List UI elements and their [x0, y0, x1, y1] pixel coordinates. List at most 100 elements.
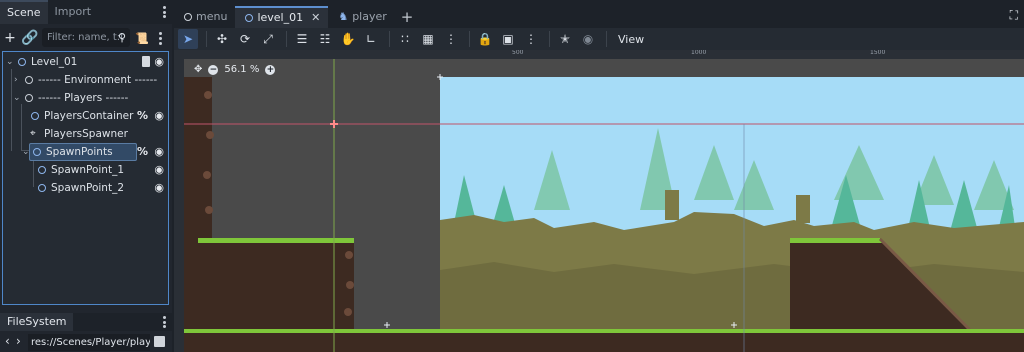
filesystem-menu-icon[interactable]	[162, 316, 166, 328]
dock-tabs: Scene Import	[0, 0, 172, 24]
scene-tree-menu-icon[interactable]	[150, 28, 170, 48]
tree-node-players[interactable]: ⌄ ------ Players ------	[3, 89, 168, 107]
canvas-viewport[interactable]: 500 1000 1500 ✥ − 56.1 % +	[174, 50, 1024, 352]
scale-tool-icon[interactable]: ⤢	[258, 29, 278, 49]
filesystem-path-input[interactable]: res://Scenes/Player/player.t	[28, 334, 150, 351]
unique-name-icon[interactable]: %	[137, 143, 148, 161]
tree-node-spawnpoint-1[interactable]: SpawnPoint_1 ◉	[3, 161, 168, 179]
collapse-arrow-icon[interactable]: ⌄	[6, 53, 14, 71]
godot-editor-window: Scene Import + 🔗 Filter: name, t:t ⚲ 📜 ⌄	[0, 0, 1024, 352]
scene-tab-label: menu	[196, 10, 228, 23]
visibility-icon[interactable]: ◉	[578, 29, 598, 49]
rock-pillar	[796, 195, 810, 223]
tab-import[interactable]: Import	[48, 0, 99, 24]
node2d-icon	[245, 14, 254, 22]
tree-node-spawnpoint-2[interactable]: SpawnPoint_2 ◉	[3, 179, 168, 197]
filesystem-tabs: FileSystem	[0, 313, 172, 331]
group-icon[interactable]: ▣	[498, 29, 518, 49]
attach-script-icon[interactable]: 📜	[132, 28, 152, 48]
ruler-tool-icon[interactable]: ∟	[361, 29, 381, 49]
tree-node-label: ------ Environment ------	[38, 74, 158, 86]
unique-name-icon[interactable]: %	[137, 107, 148, 125]
horizontal-ruler[interactable]: 500 1000 1500	[174, 50, 1024, 59]
tree-node-label: SpawnPoint_1	[51, 164, 125, 176]
tree-node-level-01[interactable]: ⌄ Level_01 ◉	[3, 53, 168, 71]
multiplayer-spawner-icon: ⌖	[30, 128, 36, 139]
tree-node-label: SpawnPoints	[46, 146, 113, 158]
smart-snap-icon[interactable]: ∷	[395, 29, 415, 49]
center-view-icon[interactable]: ✥	[194, 64, 202, 75]
tree-node-playersspawner[interactable]: ⌖ PlayersSpawner	[3, 125, 168, 143]
pivot-tool-icon[interactable]: ☷	[315, 29, 335, 49]
list-select-icon[interactable]: ☰	[292, 29, 312, 49]
rock-pillar	[665, 190, 679, 220]
scene-tabs: menu level_01 ✕ ♞ player +	[174, 6, 419, 28]
rotate-tool-icon[interactable]: ⟳	[235, 29, 255, 49]
canvas-toolbar: ➤ ✣ ⟳ ⤢ ☰ ☷ ✋ ∟ ∷ ▦ ⋮ 🔒 ▣ ⋮ ✭ ◉ View	[174, 28, 1024, 50]
back-icon[interactable]: ‹	[5, 334, 10, 348]
filesystem-path-bar: ‹ › res://Scenes/Player/player.t	[0, 333, 172, 352]
node-icon	[184, 13, 192, 21]
eye-icon[interactable]: ◉	[154, 179, 164, 197]
eye-icon[interactable]: ◉	[154, 161, 164, 179]
select-tool-icon[interactable]: ➤	[178, 29, 198, 49]
bone-icon[interactable]: ✭	[555, 29, 575, 49]
dock-menu-icon[interactable]	[162, 6, 166, 18]
zoom-in-button[interactable]: +	[265, 64, 276, 75]
tab-scene[interactable]: Scene	[0, 0, 48, 24]
node2d-icon	[31, 112, 39, 120]
scene-tab-menu[interactable]: menu	[174, 6, 235, 28]
eye-icon[interactable]: ◉	[154, 53, 164, 71]
forward-icon[interactable]: ›	[16, 334, 21, 348]
right-platform-grass	[790, 238, 882, 243]
ruler-label: 1500	[870, 50, 886, 56]
main-editor: menu level_01 ✕ ♞ player + ⛶ ➤ ✣ ⟳ ⤢ ☰ ☷…	[174, 0, 1024, 352]
tree-node-label: ------ Players ------	[38, 92, 129, 104]
skeleton-options-icon[interactable]: ⋮	[521, 29, 541, 49]
ground-grass	[184, 329, 1024, 333]
tree-node-label: PlayersContainer	[44, 110, 134, 122]
node2d-icon	[38, 184, 46, 192]
expand-arrow-icon[interactable]: ›	[14, 71, 18, 89]
node2d-icon	[38, 166, 46, 174]
ruler-label: 500	[512, 50, 524, 56]
move-tool-icon[interactable]: ✣	[212, 29, 232, 49]
grid-snap-icon[interactable]: ▦	[418, 29, 438, 49]
level-canvas	[184, 59, 1024, 352]
scene-tab-level-01[interactable]: level_01 ✕	[235, 6, 329, 28]
zoom-controls: ✥ − 56.1 % +	[194, 64, 276, 75]
tree-node-environment[interactable]: › ------ Environment ------	[3, 71, 168, 89]
zoom-level[interactable]: 56.1 %	[224, 64, 259, 75]
add-scene-tab-button[interactable]: +	[395, 6, 420, 28]
collapse-arrow-icon[interactable]: ⌄	[13, 89, 21, 107]
split-view-icon[interactable]	[154, 336, 165, 347]
distraction-free-icon[interactable]: ⛶	[1010, 8, 1018, 23]
zoom-out-button[interactable]: −	[208, 64, 219, 75]
add-node-icon[interactable]: +	[0, 28, 20, 48]
eye-icon[interactable]: ◉	[154, 107, 164, 125]
eye-icon[interactable]: ◉	[154, 143, 164, 161]
node2d-icon	[18, 58, 26, 66]
pan-tool-icon[interactable]: ✋	[338, 29, 358, 49]
vertical-ruler[interactable]	[174, 59, 184, 352]
tree-node-spawnpoints[interactable]: ⌄ SpawnPoints % ◉	[3, 143, 168, 161]
instance-scene-icon[interactable]: 🔗	[20, 28, 40, 48]
snap-options-icon[interactable]: ⋮	[441, 29, 461, 49]
search-icon: ⚲	[117, 31, 126, 44]
scene-tab-player[interactable]: ♞ player	[328, 6, 394, 28]
filter-placeholder: Filter: name, t:t	[47, 32, 125, 43]
left-dock: Scene Import + 🔗 Filter: name, t:t ⚲ 📜 ⌄	[0, 0, 172, 352]
node-filter-input[interactable]: Filter: name, t:t ⚲	[42, 28, 130, 47]
collapse-arrow-icon[interactable]: ⌄	[22, 143, 30, 161]
close-icon[interactable]: ✕	[311, 8, 320, 28]
tree-node-label: SpawnPoint_2	[51, 182, 125, 194]
tree-node-label: PlayersSpawner	[44, 128, 128, 140]
script-icon[interactable]	[142, 56, 150, 67]
tab-filesystem[interactable]: FileSystem	[0, 313, 74, 331]
lock-icon[interactable]: 🔒	[475, 29, 495, 49]
tree-node-label: Level_01	[31, 56, 78, 68]
view-menu-button[interactable]: View	[612, 33, 650, 46]
node2d-icon	[33, 148, 41, 156]
tree-node-playerscontainer[interactable]: PlayersContainer % ◉	[3, 107, 168, 125]
scene-tab-label: player	[352, 10, 387, 23]
